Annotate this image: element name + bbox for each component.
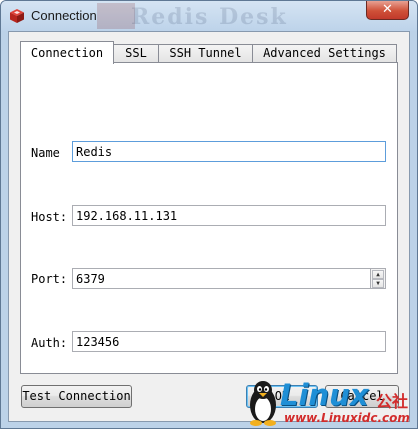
close-icon: ✕ xyxy=(382,2,393,17)
port-stepper[interactable]: ▲ ▼ xyxy=(371,268,386,289)
tab-ssh-tunnel[interactable]: SSH Tunnel xyxy=(158,44,253,63)
tab-advanced-settings[interactable]: Advanced Settings xyxy=(252,44,397,63)
name-label: Name xyxy=(31,146,60,160)
port-label: Port: xyxy=(31,272,68,286)
connection-dialog: Redis Desk Connection ✕ Connection SSL S… xyxy=(0,0,418,429)
tux-penguin-icon xyxy=(250,381,276,426)
watermark-chinese: 公社 xyxy=(376,392,409,411)
test-connection-button[interactable]: Test Connection xyxy=(21,385,132,408)
name-field[interactable] xyxy=(72,141,386,162)
host-label: Host: xyxy=(31,210,68,224)
auth-field[interactable] xyxy=(72,331,386,352)
connection-tab-panel: Name Host: Port: ▲ ▼ Auth: xyxy=(20,62,398,374)
auth-label: Auth: xyxy=(31,336,68,350)
watermark-url: www.Linuxidc.com xyxy=(284,411,410,425)
tab-ssl[interactable]: SSL xyxy=(113,44,159,63)
redis-cube-icon xyxy=(10,9,24,23)
background-window-tint xyxy=(97,3,135,29)
chevron-down-icon[interactable]: ▼ xyxy=(372,279,384,288)
watermark-brand: Linux xyxy=(280,378,369,412)
port-field[interactable] xyxy=(72,268,371,289)
title-bar[interactable]: Redis Desk Connection ✕ xyxy=(1,1,417,31)
linuxidc-watermark: Linux 公社 www.Linuxidc.com xyxy=(246,378,418,429)
close-button[interactable]: ✕ xyxy=(366,1,409,20)
window-title: Connection xyxy=(31,8,97,23)
tab-connection[interactable]: Connection xyxy=(20,41,114,64)
host-field[interactable] xyxy=(72,205,386,226)
dialog-body: Connection SSL SSH Tunnel Advanced Setti… xyxy=(8,31,410,422)
chevron-up-icon[interactable]: ▲ xyxy=(372,270,384,279)
background-window-title: Redis Desk xyxy=(131,4,288,30)
